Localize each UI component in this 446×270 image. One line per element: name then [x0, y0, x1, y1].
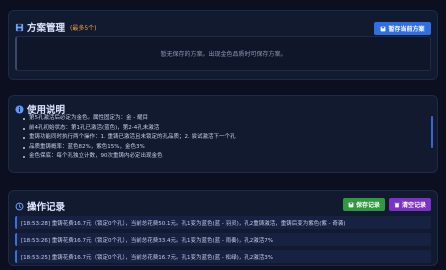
instruction-item: 重铸功能同时执行两个操作：1. 重铸已激活且未锁定的孔品质；2. 尝试激活下一个…	[23, 133, 425, 143]
log-panel: 操作记录 保存记录 清空记录 [18:53:28] 重铸花费16.7元（锁定0个…	[8, 190, 438, 266]
instruction-item: 第5孔激活后必定为金色。属性固定为：金 - 耀目	[23, 114, 425, 124]
scheme-title: 方案管理	[27, 23, 66, 34]
log-entry: [18:53:26] 重铸花费16.7元（锁定0个孔），当前总花费33.4元。孔…	[15, 233, 431, 246]
save-icon	[348, 202, 354, 207]
save-icon	[15, 23, 24, 31]
clear-log-label: 清空记录	[401, 202, 426, 209]
scheme-header: 方案管理 (最多5个)	[15, 20, 97, 34]
instructions-panel: 使用说明 第5孔激活后必定为金色。属性固定为：金 - 耀目 前4孔初始状态：第1…	[8, 95, 438, 173]
instruction-item: 品质重铸概率：蓝色82%，紫色15%，金色3%	[23, 143, 425, 153]
save-scheme-label: 暂存当前方案	[388, 26, 425, 33]
log-entry: [18:53:28] 重铸花费16.7元（锁定0个孔），当前总花费50.1元。孔…	[15, 216, 431, 229]
scheme-empty-text: 暂无保存的方案。出现金色品质时可保存方案。	[160, 51, 287, 58]
instruction-item: 前4孔初始状态：第1孔已激活(蓝色)，第2-4孔未激活	[23, 124, 425, 134]
log-entry-text: [18:53:25] 重铸花费16.7元（锁定0个孔），当前总花费16.7元。孔…	[21, 254, 273, 261]
log-entry-text: [18:53:26] 重铸花费16.7元（锁定0个孔），当前总花费33.4元。孔…	[21, 237, 273, 244]
scheme-empty-state: 暂无保存的方案。出现金色品质时可保存方案。	[15, 36, 431, 71]
log-entry: [18:53:25] 重铸花费16.7元（锁定0个孔），当前总花费16.7元。孔…	[15, 250, 431, 263]
scheme-limit-note: (最多5个)	[70, 24, 97, 32]
save-scheme-button[interactable]: 暂存当前方案	[374, 22, 431, 35]
history-icon	[15, 202, 24, 210]
log-entry-text: [18:53:28] 重铸花费16.7元（锁定0个孔），当前总花费50.1元。孔…	[21, 220, 346, 227]
instructions-scrollbar[interactable]	[431, 116, 433, 148]
save-log-button[interactable]: 保存记录	[343, 198, 385, 211]
instructions-list: 第5孔激活后必定为金色。属性固定为：金 - 耀目 前4孔初始状态：第1孔已激活(…	[23, 114, 425, 162]
save-log-label: 保存记录	[355, 202, 380, 209]
instructions-fade	[9, 156, 437, 172]
log-header: 操作记录	[15, 199, 65, 213]
log-title: 操作记录	[27, 202, 66, 213]
scheme-panel: 方案管理 (最多5个) 暂存当前方案 暂无保存的方案。出现金色品质时可保存方案。	[8, 10, 438, 80]
trash-icon	[394, 202, 400, 207]
clear-log-button[interactable]: 清空记录	[389, 198, 431, 211]
info-icon	[15, 104, 24, 114]
save-icon	[381, 26, 386, 31]
